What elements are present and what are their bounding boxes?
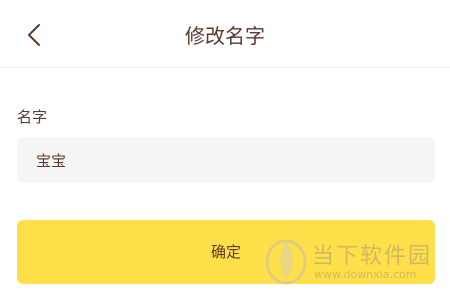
watermark-title: 当下软件园 <box>312 244 433 269</box>
watermark-url: www.downxia.com <box>314 268 417 281</box>
name-label: 名字 <box>17 108 48 126</box>
page-title: 修改名字 <box>185 24 265 48</box>
top-bar: 修改名字 <box>0 0 450 68</box>
watermark: 当下软件园 www.downxia.com <box>264 234 444 294</box>
name-input[interactable] <box>17 137 435 183</box>
site-logo-icon <box>265 239 307 285</box>
